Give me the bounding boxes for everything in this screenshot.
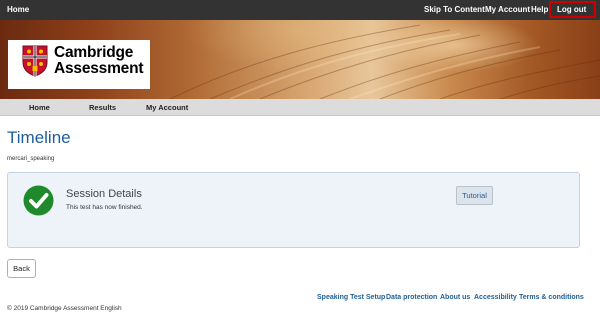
session-details-title: Session Details — [66, 188, 142, 200]
skip-to-content-link[interactable]: Skip To Content — [424, 5, 485, 14]
header-banner: Cambridge Assessment — [0, 20, 600, 99]
copyright-text: © 2019 Cambridge Assessment English — [7, 305, 122, 312]
check-circle-icon — [23, 185, 54, 216]
top-bar: Home Skip To Content My Account Help Log… — [0, 0, 600, 20]
crest-shield-icon — [22, 45, 48, 77]
nav-item-results[interactable]: Results — [89, 103, 116, 112]
help-link[interactable]: Help — [531, 5, 548, 14]
nav-item-home[interactable]: Home — [29, 103, 50, 112]
cambridge-assessment-logo[interactable]: Cambridge Assessment — [8, 40, 150, 89]
logo-line-1: Cambridge — [54, 44, 134, 61]
back-button[interactable]: Back — [7, 259, 36, 278]
footer-link-accessibility[interactable]: Accessibility — [474, 294, 517, 301]
session-details-panel: Session Details This test has now finish… — [7, 172, 580, 248]
footer-link-speaking-test-setup[interactable]: Speaking Test Setup — [317, 294, 385, 301]
tutorial-button[interactable]: Tutorial — [456, 186, 493, 205]
top-home-link[interactable]: Home — [7, 5, 29, 14]
footer-link-terms-conditions[interactable]: Terms & conditions — [519, 294, 584, 301]
nav-item-my-account[interactable]: My Account — [146, 103, 188, 112]
username-label: mercari_speaking — [7, 156, 55, 162]
session-status-text: This test has now finished. — [66, 204, 143, 211]
log-out-button[interactable]: Log out — [549, 1, 596, 18]
my-account-link[interactable]: My Account — [485, 5, 530, 14]
footer-link-about-us[interactable]: About us — [440, 294, 470, 301]
page-title: Timeline — [7, 128, 71, 147]
main-nav: Home Results My Account — [0, 99, 600, 116]
logo-wordmark: Cambridge Assessment — [54, 44, 144, 77]
logo-line-2: Assessment — [54, 60, 144, 77]
footer-link-data-protection[interactable]: Data protection — [386, 294, 437, 301]
